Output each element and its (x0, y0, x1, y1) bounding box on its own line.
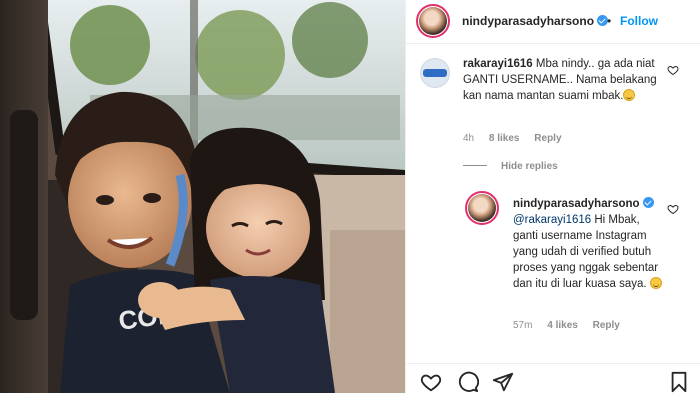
reply-body: nindyparasadyharsono @rakarayi1616 Hi Mb… (513, 196, 665, 292)
avatar-image (468, 194, 496, 222)
comment-username[interactable]: rakarayi1616 (463, 58, 533, 70)
heart-icon[interactable] (420, 371, 442, 393)
post-photo[interactable]: COIN (0, 0, 405, 393)
post-header: nindyparasadyharsono • Follow (406, 0, 700, 44)
reply-meta: 57m 4 likes Reply (513, 320, 632, 331)
hide-replies-button[interactable]: Hide replies (463, 161, 558, 172)
comment-likes[interactable]: 8 likes (489, 133, 520, 144)
comment-body: rakarayi1616 Mba nindy.. ga ada niat GAN… (463, 56, 663, 104)
reply-button[interactable]: Reply (593, 320, 620, 331)
separator-dot: • (607, 14, 612, 28)
comment-like-heart-icon[interactable] (667, 64, 679, 76)
divider-line (463, 165, 487, 166)
reply-mention[interactable]: @rakarayi1616 (513, 214, 591, 226)
post-action-bar (406, 363, 700, 393)
hide-replies-label: Hide replies (501, 161, 558, 172)
author-username-row[interactable]: nindyparasadyharsono (462, 14, 609, 28)
author-username[interactable]: nindyparasadyharsono (462, 14, 594, 28)
follow-button[interactable]: Follow (620, 14, 658, 28)
reply-author-avatar[interactable] (465, 191, 499, 225)
reply-username[interactable]: nindyparasadyharsono (513, 198, 640, 210)
comment-time: 4h (463, 133, 475, 144)
author-avatar[interactable] (416, 4, 450, 38)
avatar-image (419, 7, 447, 35)
verified-badge-icon (642, 197, 654, 208)
comment-meta: 4h 8 likes Reply (463, 133, 574, 144)
reply-button[interactable]: Reply (534, 133, 561, 144)
photo-children-in-car: COIN (0, 0, 405, 393)
commenter-avatar[interactable] (420, 58, 450, 88)
share-icon[interactable] (492, 371, 514, 393)
comment-icon[interactable] (457, 371, 479, 393)
avatar-logo-icon (423, 69, 447, 77)
comments-panel: nindyparasadyharsono • Follow rakarayi16… (405, 0, 700, 393)
reply-likes[interactable]: 4 likes (547, 320, 578, 331)
smiling-face-icon (649, 277, 662, 289)
bookmark-icon[interactable] (668, 371, 690, 393)
reply-time: 57m (513, 320, 533, 331)
reply-like-heart-icon[interactable] (667, 203, 679, 215)
smiling-face-icon (623, 89, 636, 101)
